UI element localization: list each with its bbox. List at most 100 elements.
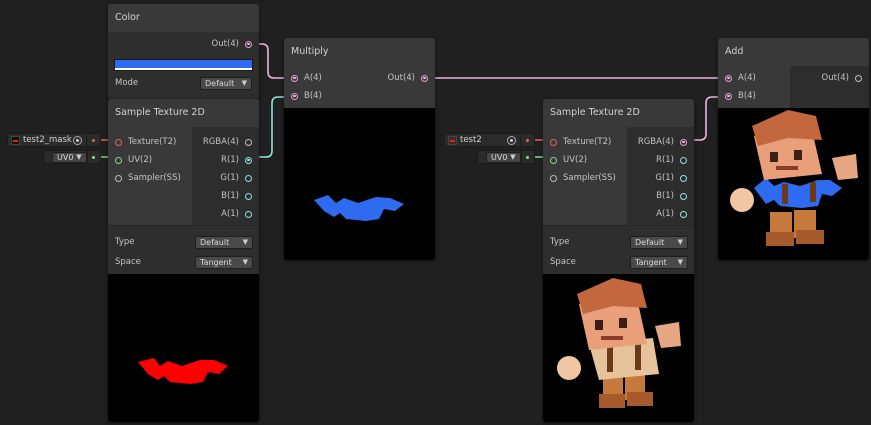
- sample2-r-output[interactable]: R(1): [627, 151, 694, 169]
- sample2-preview: [543, 274, 694, 422]
- uv-dropdown-1[interactable]: UV0 ▼: [52, 151, 87, 163]
- sample2-b-output[interactable]: B(1): [627, 187, 694, 205]
- sample1-r-output[interactable]: R(1): [192, 151, 259, 169]
- sample2-space-row: Space Tangent ▼: [550, 252, 688, 272]
- color-out-port[interactable]: Out(4): [108, 35, 259, 53]
- port-icon[interactable]: [115, 138, 122, 146]
- multiply-title: Multiply: [284, 38, 435, 66]
- sample2-a-output[interactable]: A(1): [627, 205, 694, 223]
- mode-dropdown[interactable]: Default ▼: [200, 76, 252, 90]
- uv-chip-2[interactable]: UV0 ▼: [477, 150, 535, 164]
- sample1-space-dropdown[interactable]: Tangent ▼: [195, 255, 253, 269]
- port-icon[interactable]: [680, 138, 687, 146]
- multiply-preview: [284, 108, 435, 260]
- character-preview-image: [557, 278, 681, 408]
- port-icon[interactable]: [680, 156, 687, 164]
- add-preview-image: [730, 110, 858, 246]
- uv-chip-1[interactable]: UV0 ▼: [43, 150, 101, 164]
- object-picker-icon[interactable]: [507, 135, 516, 145]
- multiply-preview-image: [314, 195, 404, 221]
- texture-chip-2[interactable]: test2: [444, 133, 535, 147]
- port-icon[interactable]: [725, 92, 732, 100]
- port-icon[interactable]: [245, 40, 252, 48]
- sample1-title: Sample Texture 2D: [108, 99, 259, 127]
- sample2-g-output[interactable]: G(1): [627, 169, 694, 187]
- color-mode-row: Mode Default ▼: [108, 73, 259, 93]
- port-icon[interactable]: [550, 174, 557, 182]
- multiply-node[interactable]: Multiply A(4) B(4) Out(4): [284, 38, 435, 260]
- object-picker-icon[interactable]: [73, 135, 82, 145]
- port-icon[interactable]: [115, 174, 122, 182]
- texture-chip-1[interactable]: test2_mask: [7, 133, 101, 147]
- port-icon[interactable]: [421, 74, 428, 82]
- mask-preview-image: [138, 358, 228, 384]
- texture-icon: [448, 135, 457, 145]
- add-out-port[interactable]: Out(4): [790, 69, 869, 87]
- dropdown-arrow-icon: ▼: [242, 257, 248, 266]
- port-icon[interactable]: [725, 74, 732, 82]
- sample2-settings: Type Default ▼ Space Tangent ▼: [543, 225, 694, 274]
- port-icon[interactable]: [245, 210, 252, 218]
- color-out-label: Out(4): [211, 39, 239, 49]
- sample2-title: Sample Texture 2D: [543, 99, 694, 127]
- port-icon[interactable]: [550, 156, 557, 164]
- port-icon[interactable]: [680, 174, 687, 182]
- mode-label: Mode: [115, 78, 139, 88]
- add-title: Add: [718, 38, 869, 66]
- dropdown-arrow-icon: ▼: [76, 152, 82, 161]
- dropdown-arrow-icon: ▼: [677, 237, 683, 246]
- sample1-rgba-output[interactable]: RGBA(4): [192, 133, 259, 151]
- texture-icon: [11, 135, 20, 145]
- port-icon[interactable]: [291, 92, 298, 100]
- sample1-settings: Type Default ▼ Space Tangent ▼: [108, 225, 259, 274]
- sample2-rgba-output[interactable]: RGBA(4): [627, 133, 694, 151]
- sample1-g-output[interactable]: G(1): [192, 169, 259, 187]
- port-icon[interactable]: [291, 74, 298, 82]
- port-icon[interactable]: [245, 174, 252, 182]
- port-icon: [86, 134, 100, 146]
- sample1-b-output[interactable]: B(1): [192, 187, 259, 205]
- port-icon[interactable]: [855, 74, 862, 82]
- sample1-space-row: Space Tangent ▼: [115, 252, 253, 272]
- port-icon[interactable]: [245, 156, 252, 164]
- add-b-input[interactable]: B(4): [718, 87, 790, 105]
- uv-dropdown-2[interactable]: UV0 ▼: [486, 151, 521, 163]
- sample1-type-dropdown[interactable]: Default ▼: [195, 235, 253, 249]
- sample2-texture-input[interactable]: Texture(T2): [543, 133, 627, 151]
- sample-texture-node-1[interactable]: Sample Texture 2D Texture(T2) UV(2) Samp…: [108, 99, 259, 422]
- multiply-b-input[interactable]: B(4): [284, 87, 354, 105]
- sample1-texture-input[interactable]: Texture(T2): [108, 133, 192, 151]
- dropdown-arrow-icon: ▼: [677, 257, 683, 266]
- dropdown-arrow-icon: ▼: [242, 237, 248, 246]
- sample-texture-node-2[interactable]: Sample Texture 2D Texture(T2) UV(2) Samp…: [543, 99, 694, 422]
- dropdown-arrow-icon: ▼: [241, 78, 247, 87]
- port-icon: [520, 151, 534, 163]
- port-icon[interactable]: [680, 192, 687, 200]
- sample2-uv-input[interactable]: UV(2): [543, 151, 627, 169]
- port-icon[interactable]: [245, 138, 252, 146]
- sample1-uv-input[interactable]: UV(2): [108, 151, 192, 169]
- sample2-type-row: Type Default ▼: [550, 232, 688, 252]
- port-icon[interactable]: [115, 156, 122, 164]
- sample1-a-output[interactable]: A(1): [192, 205, 259, 223]
- dropdown-arrow-icon: ▼: [510, 152, 516, 161]
- port-icon: [520, 134, 534, 146]
- port-icon[interactable]: [245, 192, 252, 200]
- sample1-type-row: Type Default ▼: [115, 232, 253, 252]
- color-swatch[interactable]: [114, 59, 253, 71]
- multiply-out-port[interactable]: Out(4): [354, 69, 435, 87]
- color-node-title: Color: [108, 4, 259, 32]
- add-node[interactable]: Add A(4) B(4) Out(4): [718, 38, 869, 260]
- port-icon[interactable]: [680, 210, 687, 218]
- add-a-input[interactable]: A(4): [718, 69, 790, 87]
- port-icon: [86, 151, 100, 163]
- multiply-a-input[interactable]: A(4): [284, 69, 354, 87]
- add-preview: [718, 108, 869, 260]
- sample1-sampler-input[interactable]: Sampler(SS): [108, 169, 192, 187]
- sample2-space-dropdown[interactable]: Tangent ▼: [630, 255, 688, 269]
- port-icon[interactable]: [550, 138, 557, 146]
- sample2-type-dropdown[interactable]: Default ▼: [630, 235, 688, 249]
- color-node[interactable]: Color Out(4) Mode Default ▼: [108, 4, 259, 99]
- sample1-preview: [108, 274, 259, 422]
- sample2-sampler-input[interactable]: Sampler(SS): [543, 169, 627, 187]
